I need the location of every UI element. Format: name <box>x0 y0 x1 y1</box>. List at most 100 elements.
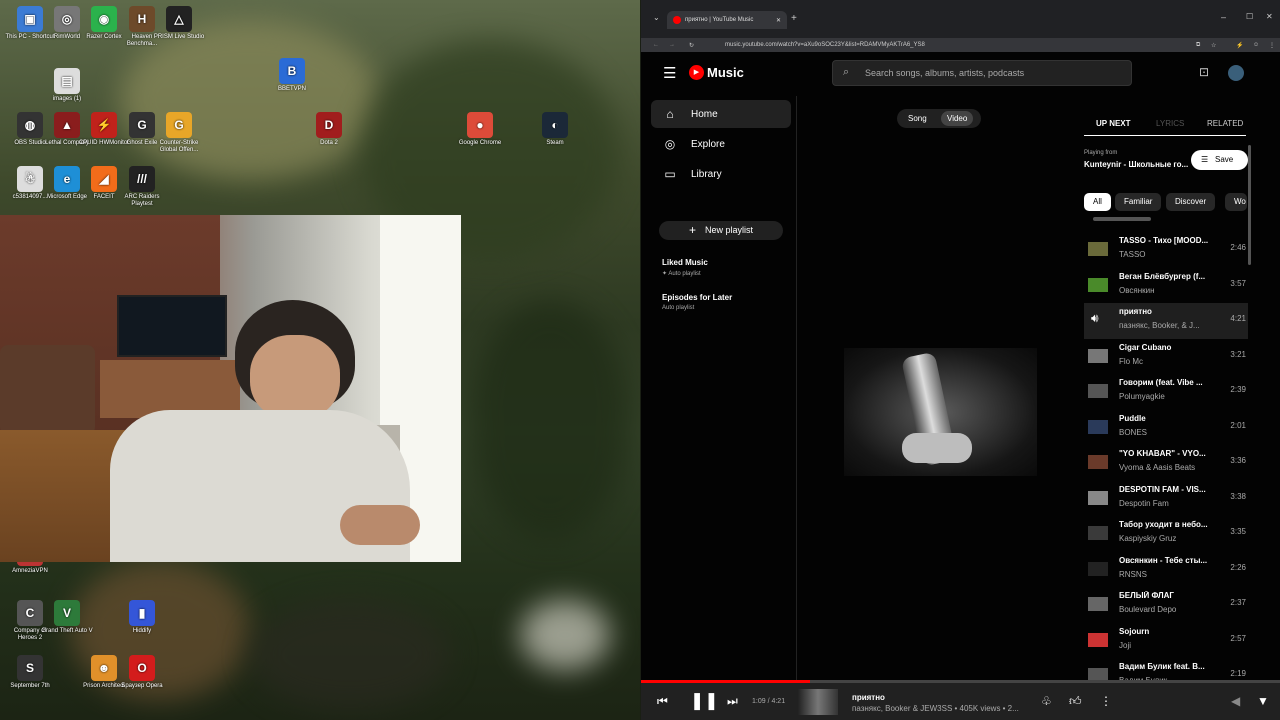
tab-lyrics[interactable]: LYRICS <box>1156 119 1184 128</box>
back-icon[interactable]: ← <box>653 42 659 48</box>
queue-duration: 2:46 <box>1230 243 1246 252</box>
menu-dots-icon[interactable]: ⋮ <box>1269 42 1275 49</box>
now-playing-thumbnail[interactable] <box>798 689 838 715</box>
tab-related[interactable]: RELATED <box>1207 119 1243 128</box>
cast-icon[interactable]: ⊡ <box>1199 65 1209 79</box>
queue-scrollbar[interactable] <box>1248 145 1251 265</box>
url-field[interactable]: music.youtube.com/watch?v=aXu9oSOC23Y&li… <box>701 38 1221 52</box>
toggle-song[interactable]: Song <box>908 114 927 123</box>
chip-familiar[interactable]: Familiar <box>1115 193 1162 211</box>
desktop-icon-hiddify[interactable]: ▮ Hiddify <box>116 600 168 635</box>
queue-title: приятно <box>1119 307 1152 316</box>
desktop-icon-images[interactable]: ▤ images (1) <box>41 68 93 103</box>
desktop-icon-arc-raiders[interactable]: /// ARC Raiders Playtest <box>116 166 168 208</box>
close-window-icon[interactable]: ✕ <box>1266 12 1273 21</box>
queue-item[interactable]: Puddle BONES 2:01 <box>1084 410 1248 446</box>
plus-icon: + <box>689 223 697 237</box>
hamburger-menu-icon[interactable]: ☰ <box>663 64 676 82</box>
install-icon[interactable]: ⧉ <box>1196 42 1200 49</box>
pause-icon[interactable]: ❚❚ <box>690 691 719 711</box>
minimize-icon[interactable]: – <box>1221 12 1226 22</box>
queue-thumbnail <box>1088 597 1108 611</box>
new-playlist-button[interactable]: + New playlist <box>659 221 783 240</box>
tab-search-icon[interactable]: ⌄ <box>653 13 660 22</box>
microsoft-edge-icon: e <box>54 166 80 192</box>
nav-label: Explore <box>691 138 725 150</box>
video-frame[interactable] <box>844 348 1037 476</box>
desktop-icon-steam[interactable]: ◐ Steam <box>529 112 581 147</box>
chip-more[interactable]: Wo <box>1225 193 1247 211</box>
like-icon[interactable]: 👍︎ <box>1069 694 1082 709</box>
youtube-music-favicon <box>673 16 681 24</box>
playlist-sub: Auto playlist <box>668 271 701 277</box>
extensions-icon[interactable]: ⚡ <box>1236 42 1243 49</box>
song-video-toggle: Song Video <box>897 109 981 128</box>
september-7th-icon: S <box>17 655 43 681</box>
tab-close-icon[interactable]: ✕ <box>776 17 781 24</box>
more-options-icon[interactable]: ⋮ <box>1100 694 1112 708</box>
queue-item[interactable]: DESPOTIN FAM - VIS... Despotin Fam 3:38 <box>1084 481 1248 517</box>
save-button[interactable]: ☰ Save <box>1191 150 1248 170</box>
dislike-icon[interactable]: ♧ <box>1041 694 1052 708</box>
ytm-header: ☰ ▶ Music Search songs, albums, artists,… <box>641 52 1280 96</box>
previous-icon[interactable]: ⏮ <box>657 694 668 709</box>
chip-discover[interactable]: Discover <box>1166 193 1216 211</box>
queue-thumbnail <box>1088 561 1108 576</box>
nav-library[interactable]: ▭ Library <box>651 160 791 188</box>
queue-item[interactable]: Овсянкин - Тебе сты... RNSNS 2:26 <box>1084 552 1248 588</box>
desktop-icon-prism-live-studio[interactable]: △ PRISM Live Studio <box>153 6 205 41</box>
queue-item[interactable]: "YO KHABAR" - VYO... Vyoma & Aasis Beats 3… <box>1084 445 1248 481</box>
playlist-episodes[interactable]: Episodes for Later Auto playlist <box>662 293 732 311</box>
desktop-icon-label: September 7th <box>10 683 50 689</box>
queue-list: TASSO - Тихо [MOOD... TASSO 2:46 Веган Блёв… <box>1084 232 1248 694</box>
playlist-title: Episodes for Later <box>662 293 733 302</box>
queue-item[interactable]: TASSO - Тихо [MOOD... TASSO 2:46 <box>1084 232 1248 268</box>
queue-artist: BONES <box>1119 427 1148 437</box>
now-playing-title[interactable]: приятно <box>852 693 885 702</box>
queue-item[interactable]: Говорим (feat. Vibe ... Polumyagkie 2:39 <box>1084 374 1248 410</box>
queue-item[interactable]: Табор уходит в небо... Kaspiyskiy Gruz 3:3… <box>1084 516 1248 552</box>
queue-artist: пазнякс, Booker, & J... <box>1119 321 1200 330</box>
queue-title: TASSO - Тихо [MOOD... <box>1119 236 1209 245</box>
images-icon: ▤ <box>54 68 80 94</box>
queue-item[interactable]: Cigar Cubano Flo Mc 3:21 <box>1084 339 1248 375</box>
bookmark-star-icon[interactable]: ☆ <box>1211 42 1216 49</box>
desktop-icon-dota2[interactable]: D Dota 2 <box>303 112 355 147</box>
desktop-icon-label: BBETVPN <box>277 86 306 92</box>
maximize-icon[interactable]: ☐ <box>1246 12 1253 21</box>
tab-title: приятно | YouTube Music <box>685 17 754 23</box>
desktop-icon-counter-strike[interactable]: G Counter-Strike Global Offen... <box>153 112 205 154</box>
queue-title: DESPOTIN FAM - VIS... <box>1119 484 1206 494</box>
forward-icon[interactable]: → <box>669 42 675 48</box>
desktop-icon-september-7th[interactable]: S September 7th <box>4 655 56 690</box>
tab-up-next[interactable]: UP NEXT <box>1096 119 1131 128</box>
explore-icon: ◎ <box>664 137 676 151</box>
queue-item[interactable]: БЕЛЫЙ ФЛАГ Boulevard Depo 2:37 <box>1084 587 1248 623</box>
nav-home[interactable]: ⌂ Home <box>651 100 791 128</box>
profile-icon[interactable]: ☺ <box>1253 42 1259 48</box>
desktop-icon-google-chrome[interactable]: ● Google Chrome <box>454 112 506 147</box>
search-input[interactable]: Search songs, albums, artists, podcasts <box>832 60 1132 86</box>
playlist-liked-music[interactable]: Liked Music ✦ Auto playlist <box>662 258 708 277</box>
browser-tab[interactable]: приятно | YouTube Music ✕ <box>667 11 787 29</box>
toggle-video[interactable]: Video <box>941 111 974 126</box>
queue-item[interactable]: Sojourn Joji 2:57 <box>1084 623 1248 659</box>
chips-scrollbar[interactable] <box>1093 217 1151 221</box>
chip-all[interactable]: All <box>1084 193 1111 211</box>
now-playing-subtitle[interactable]: пазнякс, Booker & JEW3SS • 405K views • … <box>852 704 1032 713</box>
nav-explore[interactable]: ◎ Explore <box>651 130 791 158</box>
expand-player-icon[interactable]: ▼ <box>1257 694 1269 708</box>
logo-text[interactable]: Music <box>707 65 744 80</box>
youtube-music-logo-icon[interactable]: ▶ <box>689 65 704 80</box>
next-icon[interactable]: ⏭ <box>727 694 738 709</box>
volume-icon[interactable]: ◀ <box>1231 694 1240 708</box>
avatar[interactable] <box>1228 65 1244 81</box>
queue-item[interactable]: 🔊︎ приятно пазнякс, Booker, & J... 4:21 <box>1084 303 1248 339</box>
new-tab-icon[interactable]: + <box>791 13 797 24</box>
desktop-icon-betvpn[interactable]: B BBETVPN <box>266 58 318 93</box>
desktop-icon-label: AmneziaVPN <box>12 568 48 574</box>
queue-item[interactable]: Веган Блёвбургер (f... Овсянкин 3:57 <box>1084 268 1248 304</box>
desktop-icon-opera[interactable]: O Браузер Opera <box>116 655 168 690</box>
desktop-icon-gta5[interactable]: V Grand Theft Auto V <box>41 600 93 635</box>
reload-icon[interactable]: ↻ <box>689 42 694 49</box>
